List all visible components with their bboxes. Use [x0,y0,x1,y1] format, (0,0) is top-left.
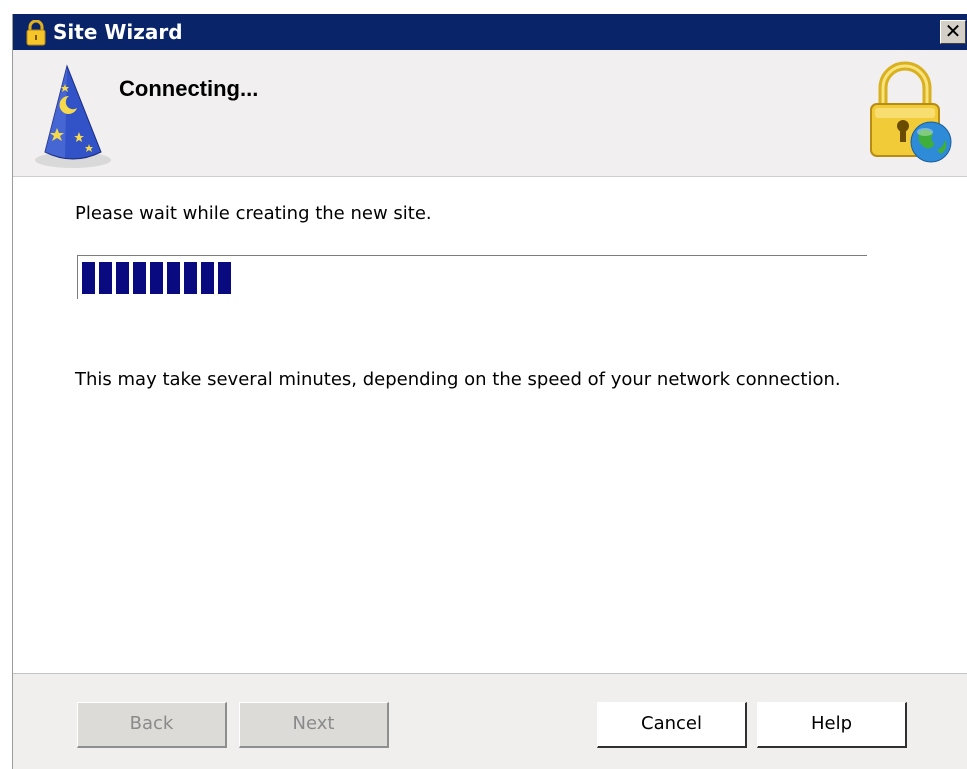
wizard-hat-icon [31,62,111,172]
progress-block [150,262,163,294]
next-button[interactable]: Next [239,702,389,748]
progress-block [99,262,112,294]
help-button[interactable]: Help [757,702,907,748]
progress-block [133,262,146,294]
progress-block [116,262,129,294]
site-wizard-window: Site Wizard ✕ Connecting... Please wait … [12,14,967,769]
close-button[interactable]: ✕ [940,20,966,44]
window-title: Site Wizard [53,20,183,44]
progress-block [184,262,197,294]
title-bar: Site Wizard ✕ [13,14,967,50]
progress-block [201,262,214,294]
wizard-content: Please wait while creating the new site.… [13,177,967,673]
progress-block [167,262,180,294]
footer-divider [13,673,967,674]
network-note: This may take several minutes, depending… [75,369,841,390]
progress-fill [82,262,231,294]
lock-icon [25,19,47,46]
progress-bar [77,255,867,299]
progress-block [218,262,231,294]
close-icon: ✕ [944,19,962,43]
lock-globe-icon [863,58,955,166]
page-title: Connecting... [119,76,259,101]
progress-block [82,262,95,294]
cancel-button[interactable]: Cancel [597,702,747,748]
wait-message: Please wait while creating the new site. [75,203,432,224]
wizard-header: Connecting... [13,50,967,177]
back-button[interactable]: Back [77,702,227,748]
